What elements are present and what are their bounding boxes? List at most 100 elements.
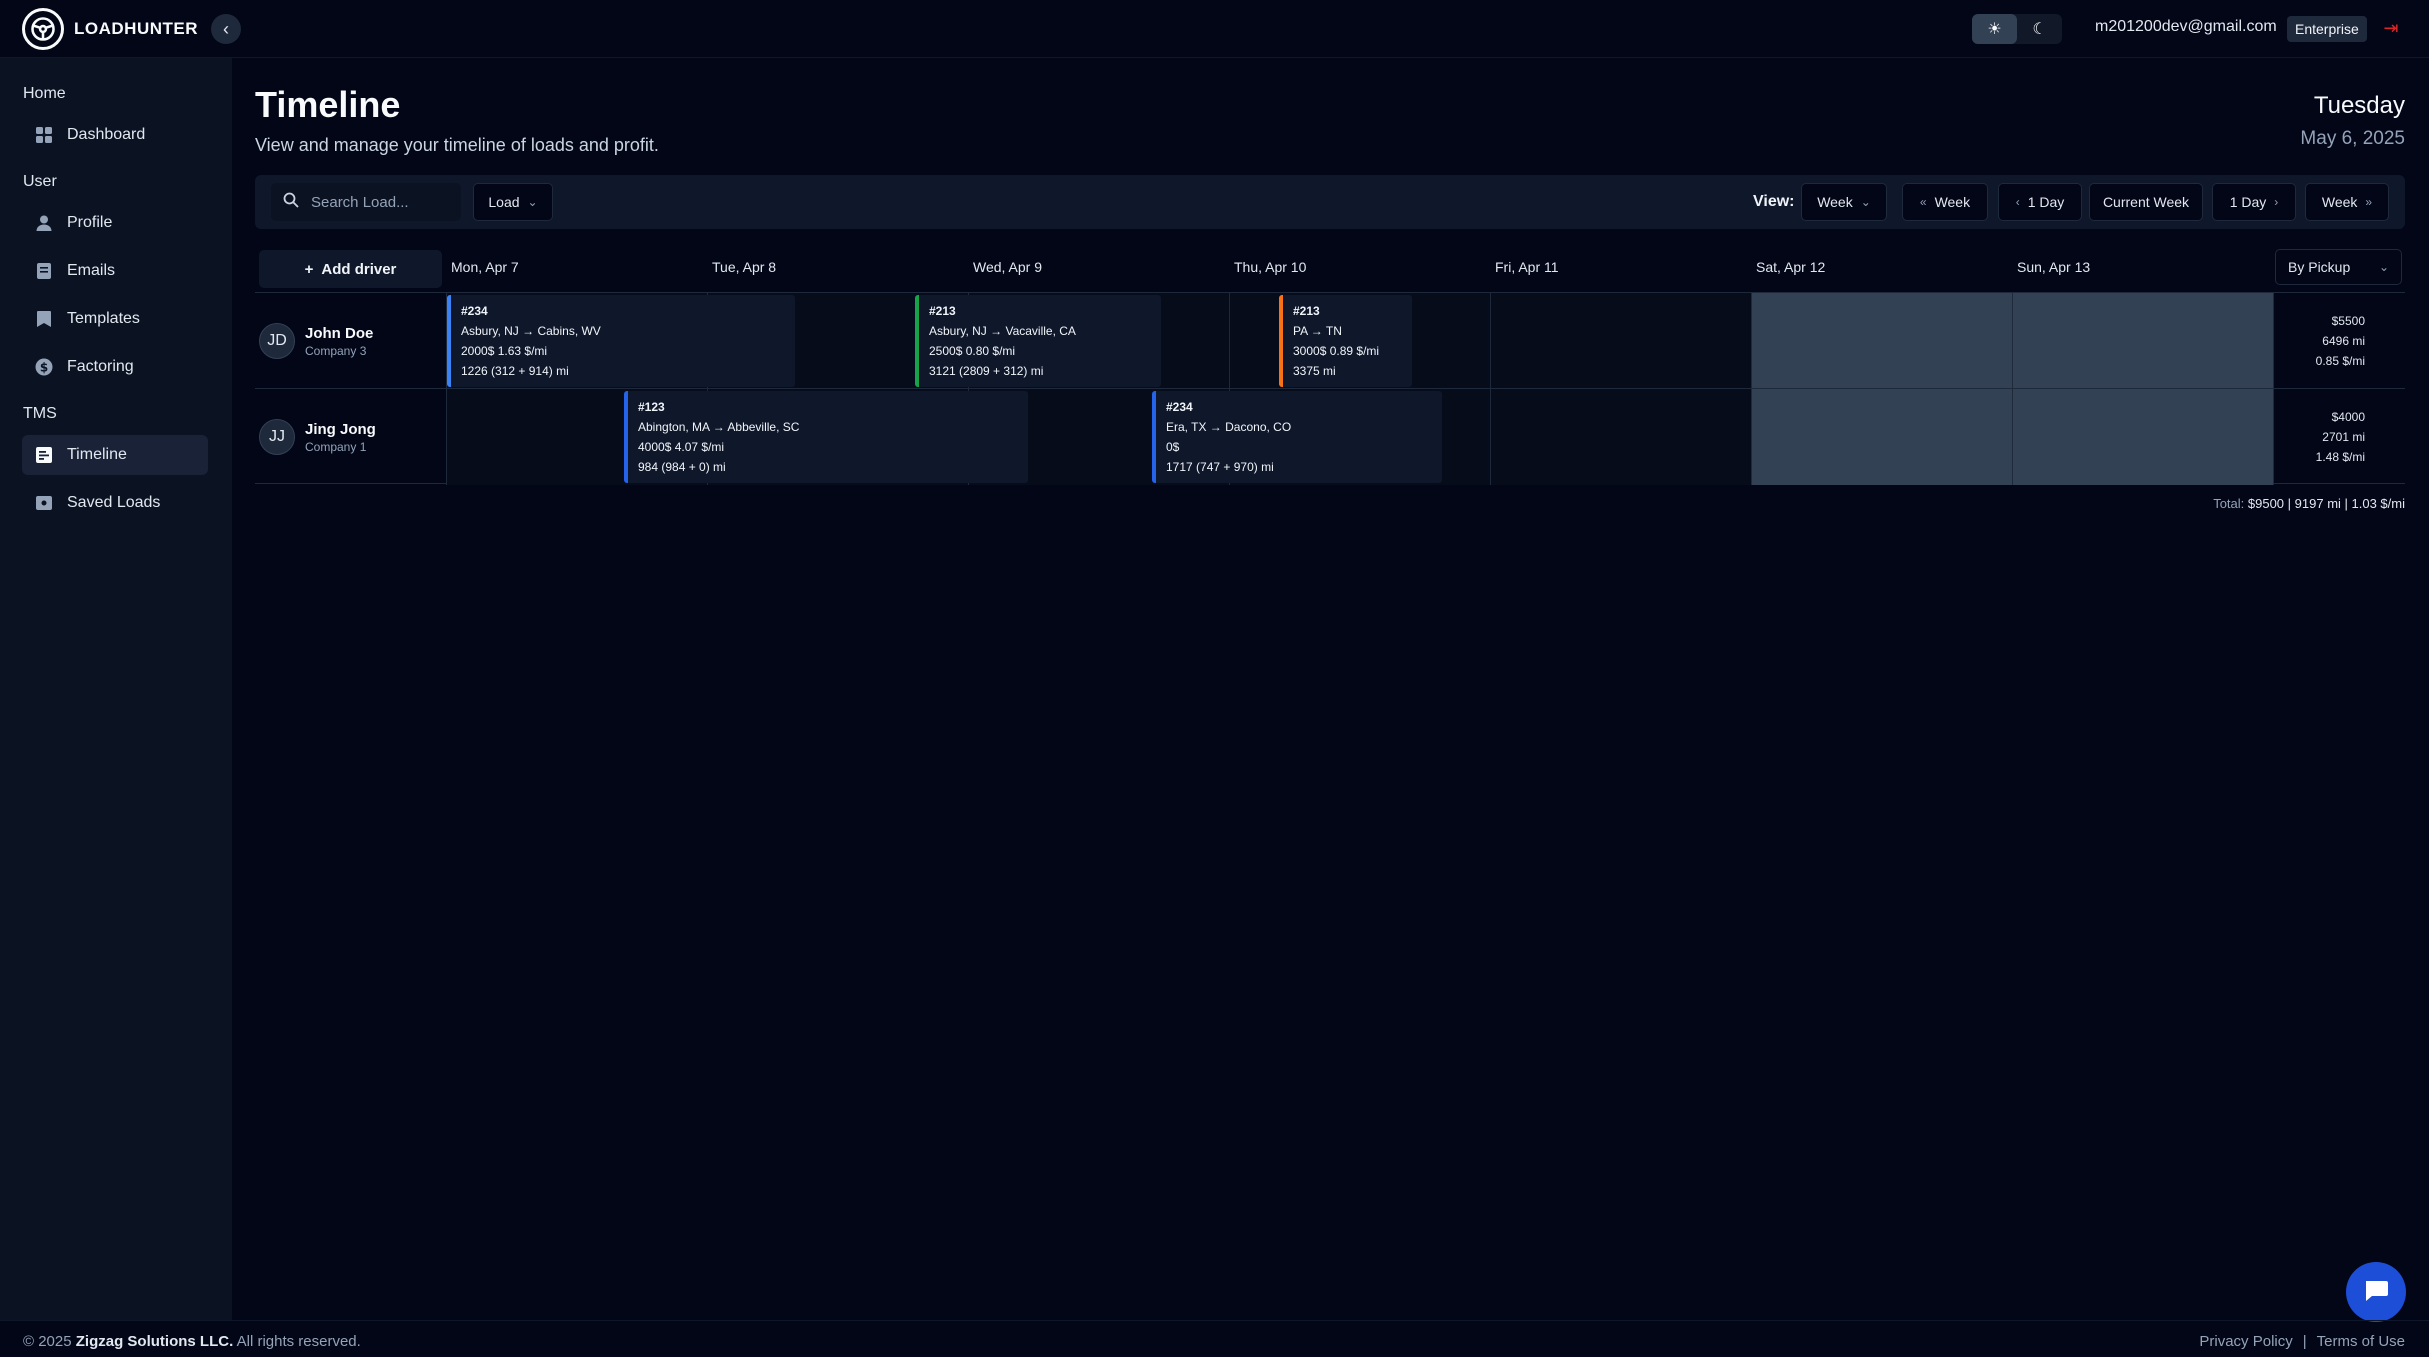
logo[interactable]: LOADHUNTER: [22, 8, 198, 50]
privacy-link[interactable]: Privacy Policy: [2199, 1333, 2292, 1350]
page-subtitle: View and manage your timeline of loads a…: [255, 135, 659, 155]
saved-icon: [35, 494, 53, 512]
summary-revenue: $5500: [2331, 314, 2365, 328]
svg-text:$: $: [40, 361, 48, 375]
dashboard-icon: [35, 126, 53, 144]
chevron-right-icon: ›: [2274, 195, 2279, 209]
collapse-sidebar-button[interactable]: ‹: [211, 14, 241, 44]
summary-rate: 0.85 $/mi: [2315, 354, 2365, 368]
load-number: #213: [1293, 304, 1320, 318]
load-card[interactable]: #213 Asbury, NJ → Vacaville, CA 2500$ 0.…: [915, 295, 1161, 387]
driver-cell[interactable]: JD John Doe Company 3: [255, 293, 447, 389]
sidebar-item-factoring[interactable]: $ Factoring: [22, 347, 208, 387]
summary-rate: 1.48 $/mi: [2315, 450, 2365, 464]
load-route: Era, TX → Dacono, CO: [1166, 420, 1292, 434]
sidebar-item-label: Saved Loads: [67, 494, 161, 511]
moon-icon[interactable]: ☾: [2017, 14, 2062, 44]
day-cell-weekend[interactable]: [1752, 293, 2013, 389]
filter-select-value: Load: [488, 194, 520, 210]
logout-icon[interactable]: ⇥: [2380, 17, 2402, 39]
chevron-down-icon: ⌄: [527, 195, 538, 209]
load-pay: 0$: [1166, 440, 1180, 454]
day-cell-weekend[interactable]: [2013, 389, 2274, 485]
search-icon: [283, 192, 299, 212]
load-miles: 3375 mi: [1293, 364, 1336, 378]
load-card[interactable]: #213 PA → TN 3000$ 0.89 $/mi 3375 mi: [1279, 295, 1412, 387]
load-miles: 3121 (2809 + 312) mi: [929, 364, 1044, 378]
chevron-left-icon: ‹: [2015, 195, 2020, 209]
footer-links: Privacy Policy | Terms of Use: [2199, 1333, 2405, 1350]
prev-week-button[interactable]: « Week: [1902, 183, 1988, 221]
load-pay: 4000$ 4.07 $/mi: [638, 440, 725, 454]
driver-summary: $5500 6496 mi 0.85 $/mi: [2275, 293, 2405, 389]
load-number: #234: [461, 304, 488, 318]
terms-link[interactable]: Terms of Use: [2317, 1333, 2405, 1350]
day-cell[interactable]: [1491, 293, 1752, 389]
view-select-value: Week: [1817, 194, 1853, 210]
top-bar: LOADHUNTER ‹ ☀ ☾ m201200dev@gmail.com En…: [0, 0, 2429, 58]
summary-miles: 2701 mi: [2322, 430, 2365, 444]
load-route: Asbury, NJ → Cabins, WV: [461, 324, 601, 338]
copyright-suffix: All rights reserved.: [236, 1333, 361, 1350]
template-icon: [35, 310, 53, 328]
sidebar-item-label: Timeline: [67, 446, 127, 463]
avatar: JJ: [259, 419, 295, 455]
day-header: Fri, Apr 11: [1495, 259, 1559, 275]
sidebar-item-emails[interactable]: Emails: [22, 251, 208, 291]
sidebar-item-profile[interactable]: Profile: [22, 203, 208, 243]
app-name: LOADHUNTER: [74, 19, 198, 38]
driver-summary: $4000 2701 mi 1.48 $/mi: [2275, 389, 2405, 485]
chat-button[interactable]: [2346, 1262, 2406, 1322]
add-driver-button[interactable]: + Add driver: [259, 250, 442, 288]
sidebar-item-saved-loads[interactable]: Saved Loads: [22, 483, 208, 523]
day-cell[interactable]: [1491, 389, 1752, 485]
sidebar-item-label: Profile: [67, 214, 113, 231]
sidebar-item-dashboard[interactable]: Dashboard: [22, 115, 208, 155]
sidebar: Home Dashboard User Profile Emails Templ…: [0, 58, 232, 1320]
driver-name: Jing Jong: [305, 420, 376, 438]
user-icon: [35, 214, 53, 232]
filter-select[interactable]: Load ⌄: [473, 183, 553, 221]
day-cell-weekend[interactable]: [2013, 293, 2274, 389]
driver-row: JD John Doe Company 3 #234 Asbury, NJ → …: [255, 292, 2405, 389]
prev-day-button[interactable]: ‹ 1 Day: [1998, 183, 2082, 221]
search-input[interactable]: [311, 193, 451, 211]
driver-cell[interactable]: JJ Jing Jong Company 1: [255, 389, 447, 485]
add-driver-label: Add driver: [321, 260, 397, 278]
load-pay: 2500$ 0.80 $/mi: [929, 344, 1016, 358]
sun-icon[interactable]: ☀: [1972, 14, 2017, 44]
sort-select-value: By Pickup: [2288, 259, 2351, 275]
chat-icon: [2363, 1278, 2389, 1307]
day-cell-weekend[interactable]: [1752, 389, 2013, 485]
search-box[interactable]: [271, 183, 461, 221]
current-week-button[interactable]: Current Week: [2089, 183, 2203, 221]
footer: © 2025 Zigzag Solutions LLC. All rights …: [0, 1320, 2429, 1357]
day-header: Sat, Apr 12: [1756, 259, 1826, 275]
driver-name: John Doe: [305, 324, 374, 342]
load-card[interactable]: #234 Era, TX → Dacono, CO 0$ 1717 (747 +…: [1152, 391, 1442, 483]
load-card[interactable]: #123 Abington, MA → Abbeville, SC 4000$ …: [624, 391, 1028, 483]
current-day-name: Tuesday: [2313, 92, 2405, 119]
day-header: Mon, Apr 7: [451, 259, 519, 275]
load-route: Asbury, NJ → Vacaville, CA: [929, 324, 1076, 338]
day-header: Tue, Apr 8: [712, 259, 777, 275]
view-select[interactable]: Week ⌄: [1801, 183, 1887, 221]
sidebar-item-label: Factoring: [67, 358, 134, 375]
dollar-icon: $: [35, 358, 53, 376]
sort-select[interactable]: By Pickup ⌄: [2275, 249, 2402, 285]
total-miles: 9197 mi: [2294, 496, 2341, 511]
sidebar-item-timeline[interactable]: Timeline: [22, 435, 208, 475]
email-icon: [35, 262, 53, 280]
summary-revenue: $4000: [2331, 410, 2365, 424]
current-week-label: Current Week: [2102, 194, 2190, 210]
sidebar-item-templates[interactable]: Templates: [22, 299, 208, 339]
day-header: Sun, Apr 13: [2017, 259, 2091, 275]
sidebar-item-label: Emails: [67, 262, 116, 279]
load-card[interactable]: #234 Asbury, NJ → Cabins, WV 2000$ 1.63 …: [447, 295, 795, 387]
load-pay: 2000$ 1.63 $/mi: [461, 344, 548, 358]
load-number: #234: [1166, 400, 1193, 414]
next-day-button[interactable]: 1 Day ›: [2212, 183, 2296, 221]
theme-toggle[interactable]: ☀ ☾: [1972, 14, 2062, 44]
prev-day-label: 1 Day: [2027, 194, 2065, 210]
next-week-button[interactable]: Week »: [2305, 183, 2389, 221]
